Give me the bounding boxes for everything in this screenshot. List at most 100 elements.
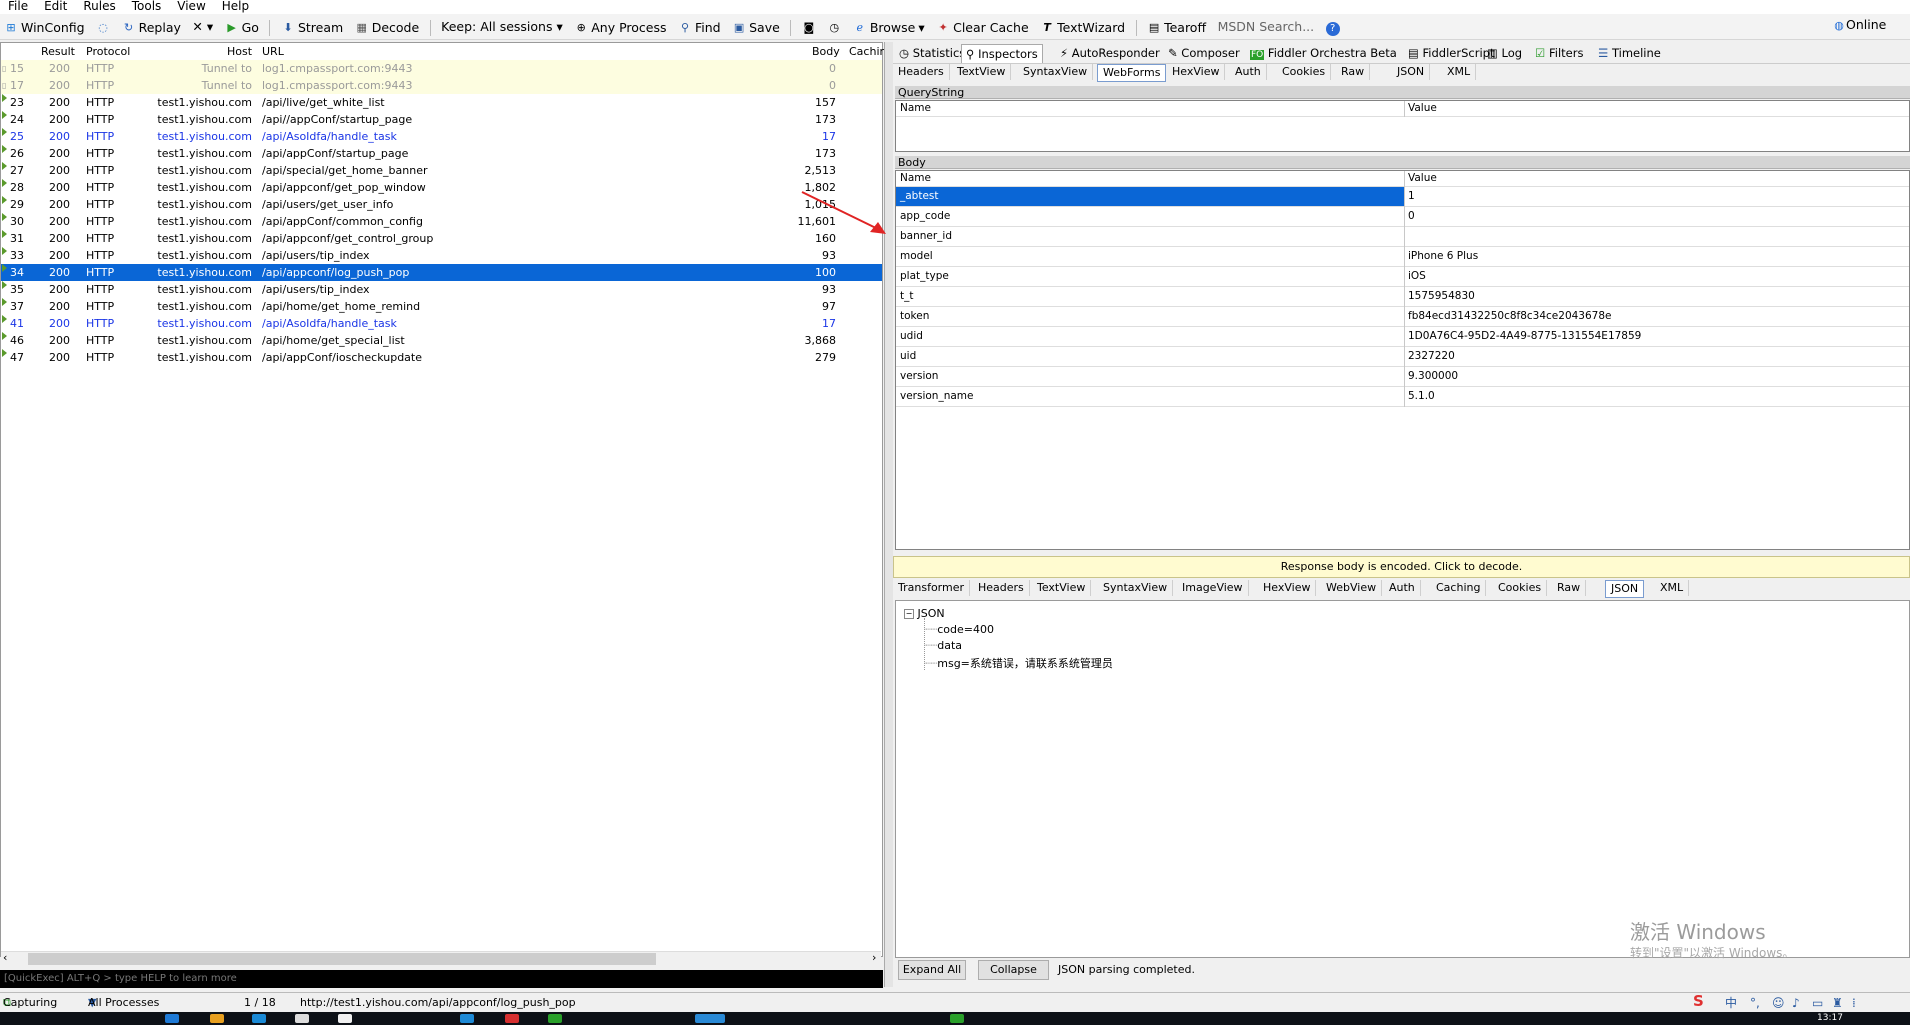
session-row[interactable]: 34 200 HTTP test1.yishou.com/api/appconf/lo…: [1, 264, 882, 281]
taskbar-fiddler-icon[interactable]: [695, 1014, 725, 1023]
body-param-row[interactable]: uid 2327220: [896, 347, 1909, 367]
tab-autoresponder[interactable]: ⚡ AutoResponder: [1056, 44, 1164, 62]
req-tab-xml[interactable]: XML: [1442, 64, 1477, 80]
session-row[interactable]: 28 200 HTTP test1.yishou.com/api/appconf/ge…: [1, 179, 882, 196]
collapse-button[interactable]: Collapse: [978, 960, 1049, 980]
scroll-right-icon[interactable]: ›: [872, 951, 876, 964]
quickexec-input[interactable]: [QuickExec] ALT+Q > type HELP to learn m…: [0, 970, 883, 988]
body-param-row[interactable]: plat_type iOS: [896, 267, 1909, 287]
body-param-row[interactable]: udid 1D0A76C4-95D2-4A49-8775-131554E17859: [896, 327, 1909, 347]
querystring-grid[interactable]: Name Value: [895, 100, 1910, 152]
collapse-toggle-icon[interactable]: −: [904, 609, 914, 619]
body-param-row[interactable]: version 9.300000: [896, 367, 1909, 387]
resp-tab-auth[interactable]: Auth: [1384, 580, 1421, 596]
body-param-row[interactable]: _abtest 1: [896, 187, 1909, 207]
clear-cache-button[interactable]: ✦ Clear Cache: [932, 16, 1033, 40]
req-tab-auth[interactable]: Auth: [1230, 64, 1267, 80]
clock[interactable]: 13:17: [1817, 1013, 1843, 1023]
body-param-row[interactable]: app_code 0: [896, 207, 1909, 227]
taskbar-app-icon[interactable]: [950, 1014, 964, 1023]
resp-tab-headers[interactable]: Headers: [973, 580, 1030, 596]
textwizard-button[interactable]: T TextWizard: [1036, 16, 1129, 40]
menu-rules[interactable]: Rules: [75, 0, 123, 13]
scroll-left-icon[interactable]: ‹: [3, 951, 7, 964]
tab-fiddler-orchestra[interactable]: FO Fiddler Orchestra Beta: [1246, 44, 1401, 62]
punctuation-icon[interactable]: °,: [1750, 993, 1760, 1013]
screenshot-button[interactable]: ◙: [798, 16, 820, 40]
session-row[interactable]: ▯ 15 200 HTTP Tunnel to log1.cmpassport.com:9…: [1, 60, 882, 77]
tree-node[interactable]: ┈┈code=400: [924, 623, 994, 636]
menu-file[interactable]: File: [0, 0, 36, 13]
body-param-row[interactable]: version_name 5.1.0: [896, 387, 1909, 407]
body-param-row[interactable]: banner_id: [896, 227, 1909, 247]
menu-help[interactable]: Help: [214, 0, 257, 13]
resp-tab-syntaxview[interactable]: SyntaxView: [1098, 580, 1174, 596]
column-result[interactable]: Result: [41, 45, 75, 58]
browse-button[interactable]: ℯ Browse ▾: [849, 16, 929, 40]
body-param-row[interactable]: model iPhone 6 Plus: [896, 247, 1909, 267]
taskbar-app-icon[interactable]: [252, 1014, 266, 1023]
resp-tab-caching[interactable]: Caching: [1431, 580, 1487, 596]
session-row[interactable]: ▯ 17 200 HTTP Tunnel to log1.cmpassport.com:9…: [1, 77, 882, 94]
req-tab-hexview[interactable]: HexView: [1167, 64, 1226, 80]
stream-button[interactable]: ⬇ Stream: [277, 16, 347, 40]
expand-all-button[interactable]: Expand All: [898, 960, 966, 980]
req-tab-textview[interactable]: TextView: [952, 64, 1012, 80]
session-row[interactable]: 33 200 HTTP test1.yishou.com/api/users/tip_…: [1, 247, 882, 264]
body-param-row[interactable]: token fb84ecd31432250c8f8c34ce2043678e: [896, 307, 1909, 327]
taskbar-app-icon[interactable]: [210, 1014, 224, 1023]
ime-mode[interactable]: 中: [1725, 993, 1737, 1013]
req-tab-webforms[interactable]: WebForms: [1097, 64, 1167, 82]
keep-sessions-dropdown[interactable]: Keep: All sessions ▾: [437, 14, 567, 38]
req-tab-raw[interactable]: Raw: [1336, 64, 1371, 80]
session-row[interactable]: 29 200 HTTP test1.yishou.com/api/users/get_…: [1, 196, 882, 213]
tab-log[interactable]: ▥ Log: [1483, 44, 1526, 62]
resp-tab-webview[interactable]: WebView: [1321, 580, 1383, 596]
taskbar-app-icon[interactable]: [165, 1014, 179, 1023]
tab-filters[interactable]: ☑ Filters: [1531, 44, 1587, 62]
online-indicator[interactable]: ◍ Online: [1832, 17, 1886, 33]
resp-tab-json[interactable]: JSON: [1605, 580, 1645, 598]
remove-button[interactable]: ✕ ▾: [188, 14, 217, 38]
sogou-ime-icon[interactable]: S: [1693, 991, 1704, 1011]
session-row[interactable]: 46 200 HTTP test1.yishou.com/api/home/get_s…: [1, 332, 882, 349]
session-row[interactable]: 47 200 HTTP test1.yishou.com/api/appConf/io…: [1, 349, 882, 366]
session-row[interactable]: 24 200 HTTP test1.yishou.com/api//appConf/s…: [1, 111, 882, 128]
menu-view[interactable]: View: [169, 0, 213, 13]
resp-tab-textview[interactable]: TextView: [1032, 580, 1092, 596]
session-row[interactable]: 35 200 HTTP test1.yishou.com/api/users/tip_…: [1, 281, 882, 298]
session-row[interactable]: 25 200 HTTP test1.yishou.com/api/AsoIdfa/ha…: [1, 128, 882, 145]
menu-tools[interactable]: Tools: [124, 0, 170, 13]
save-button[interactable]: ▣ Save: [728, 16, 784, 40]
req-tab-json[interactable]: JSON: [1392, 64, 1431, 80]
resp-tab-cookies[interactable]: Cookies: [1493, 580, 1548, 596]
session-row[interactable]: 37 200 HTTP test1.yishou.com/api/home/get_h…: [1, 298, 882, 315]
grid-icon[interactable]: ⁞: [1852, 993, 1856, 1013]
winconfig-button[interactable]: ⊞ WinConfig: [0, 16, 89, 40]
taskbar-app-icon[interactable]: [505, 1014, 519, 1023]
column-host[interactable]: Host: [227, 45, 252, 58]
msdn-search-input[interactable]: MSDN Search...: [1214, 14, 1319, 38]
taskbar-app-icon[interactable]: [295, 1014, 309, 1023]
replay-button[interactable]: ↻ Replay: [118, 16, 185, 40]
session-row[interactable]: 26 200 HTTP test1.yishou.com/api/appConf/st…: [1, 145, 882, 162]
column-protocol[interactable]: Protocol: [86, 45, 130, 58]
resp-tab-xml[interactable]: XML: [1655, 580, 1690, 596]
help-button[interactable]: ?: [1322, 17, 1344, 41]
tab-inspectors[interactable]: ⚲ Inspectors: [961, 44, 1043, 63]
any-process-button[interactable]: ⊕ Any Process: [570, 16, 670, 40]
decode-button[interactable]: ▦ Decode: [351, 16, 423, 40]
resp-tab-hexview[interactable]: HexView: [1258, 580, 1317, 596]
resp-tab-transformer[interactable]: Transformer: [893, 580, 971, 596]
scrollbar-thumb[interactable]: [28, 953, 656, 965]
find-button[interactable]: ⚲ Find: [674, 16, 725, 40]
session-row[interactable]: 31 200 HTTP test1.yishou.com/api/appconf/ge…: [1, 230, 882, 247]
session-row[interactable]: 41 200 HTTP test1.yishou.com/api/AsoIdfa/ha…: [1, 315, 882, 332]
session-row[interactable]: 23 200 HTTP test1.yishou.com/api/live/get_w…: [1, 94, 882, 111]
decode-bar[interactable]: Response body is encoded. Click to decod…: [893, 556, 1910, 578]
column-body[interactable]: Body: [812, 45, 840, 58]
taskbar-app-icon[interactable]: [460, 1014, 474, 1023]
body-param-row[interactable]: t_t 1575954830: [896, 287, 1909, 307]
menu-edit[interactable]: Edit: [36, 0, 75, 13]
session-row[interactable]: 30 200 HTTP test1.yishou.com/api/appConf/co…: [1, 213, 882, 230]
